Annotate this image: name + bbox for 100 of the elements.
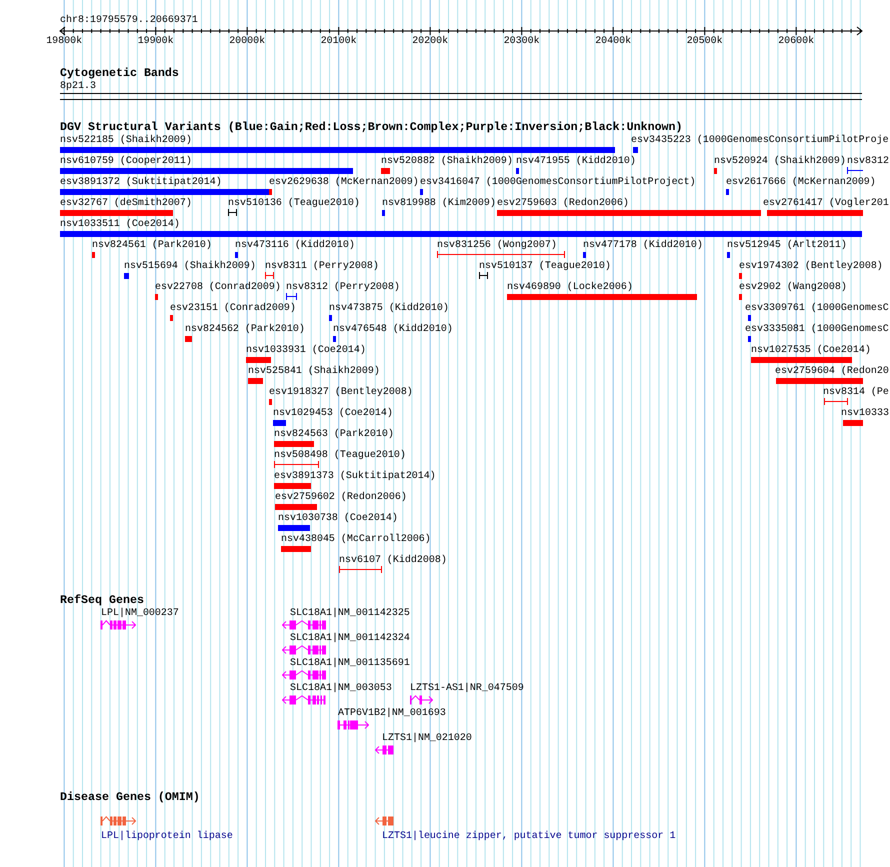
variant-bar[interactable] — [776, 378, 863, 384]
variant-label: esv1918327 (Bentley2008) — [269, 386, 413, 398]
variant-bar[interactable] — [583, 252, 586, 258]
gene-model-icon[interactable] — [375, 745, 394, 755]
variant-interval[interactable] — [847, 167, 863, 174]
variant-bar[interactable] — [185, 336, 192, 342]
variant-label: esv2902 (Wang2008) — [739, 281, 847, 293]
variant-label: nsv473116 (Kidd2010) — [235, 239, 355, 251]
variant-label: esv2761417 (Vogler201 — [763, 197, 889, 209]
variant-bar[interactable] — [235, 252, 238, 258]
variant-bar[interactable] — [269, 399, 272, 405]
variant-bar[interactable] — [333, 336, 336, 342]
cytoband-label: 8p21.3 — [60, 80, 96, 92]
gene-model-icon[interactable] — [100, 620, 136, 630]
variant-bar[interactable] — [124, 273, 129, 279]
variant-bar[interactable] — [92, 252, 95, 258]
gene-model-icon[interactable] — [282, 670, 327, 680]
gene-model-icon[interactable] — [282, 645, 327, 655]
variant-label: nsv824562 (Park2010) — [185, 323, 305, 335]
variant-label: nsv610759 (Cooper2011) — [60, 155, 192, 167]
variant-label: nsv831256 (Wong2007) — [437, 239, 557, 251]
variant-label: nsv508498 (Teague2010) — [274, 449, 406, 461]
omim-gene-link[interactable]: LPL|lipoprotein lipase — [101, 830, 233, 842]
variant-label: nsv1033931 (Coe2014) — [246, 344, 366, 356]
variant-label: nsv824561 (Park2010) — [92, 239, 212, 251]
variant-interval[interactable] — [479, 272, 488, 279]
variant-bar[interactable] — [420, 189, 423, 195]
variant-bar[interactable] — [170, 315, 173, 321]
variant-label: esv1974302 (Bentley2008) — [739, 260, 883, 272]
variant-bar[interactable] — [843, 420, 863, 426]
variant-label: nsv824563 (Park2010) — [274, 428, 394, 440]
variant-bar[interactable] — [274, 441, 314, 447]
variant-bar[interactable] — [278, 525, 310, 531]
gene-model-icon[interactable] — [100, 816, 136, 826]
variant-bar[interactable] — [382, 210, 385, 216]
variant-bar[interactable] — [269, 189, 272, 195]
variant-label: nsv471955 (Kidd2010) — [516, 155, 636, 167]
variant-bar[interactable] — [739, 294, 742, 300]
variant-label: esv23151 (Conrad2009) — [170, 302, 296, 314]
variant-bar[interactable] — [381, 168, 390, 174]
variant-bar[interactable] — [748, 336, 751, 342]
variant-bar[interactable] — [507, 294, 697, 300]
ruler-tick-label: 20100k — [320, 35, 357, 47]
variant-label: nsv520924 (Shaikh2009) — [714, 155, 846, 167]
variant-bar[interactable] — [633, 147, 638, 153]
gene-model-icon[interactable] — [337, 720, 369, 730]
ruler-tick-label: 19800k — [46, 35, 82, 47]
variant-label: nsv438045 (McCarroll2006) — [281, 533, 431, 545]
variant-bar[interactable] — [60, 168, 353, 174]
variant-bar[interactable] — [726, 189, 729, 195]
variant-label: esv3435223 (1000GenomesConsortiumPilotProje — [631, 134, 889, 146]
ruler-tick-label: 20000k — [229, 35, 266, 47]
variant-label: nsv520882 (Shaikh2009) — [381, 155, 513, 167]
variant-label: esv2629638 (McKernan2009) — [269, 176, 419, 188]
variant-label: nsv525841 (Shaikh2009) — [248, 365, 380, 377]
variant-bar[interactable] — [246, 357, 271, 363]
variant-bar[interactable] — [516, 168, 519, 174]
variant-bar[interactable] — [281, 546, 311, 552]
variant-label: nsv1029453 (Coe2014) — [273, 407, 393, 419]
gene-model-icon[interactable] — [375, 816, 394, 826]
variant-bar[interactable] — [727, 252, 730, 258]
gene-model-icon[interactable] — [282, 695, 327, 705]
gene-label: SLC18A1|NM_001142324 — [290, 632, 410, 644]
ruler-tick-label: 19900k — [138, 35, 174, 47]
variant-interval[interactable] — [228, 209, 237, 216]
variant-bar[interactable] — [248, 378, 263, 384]
variant-bar[interactable] — [60, 189, 269, 195]
cytoband-bar[interactable] — [60, 93, 862, 100]
variant-label: nsv1027535 (Coe2014) — [751, 344, 871, 356]
variant-label: esv3309761 (1000GenomesC — [745, 302, 889, 314]
variant-bar[interactable] — [748, 315, 751, 321]
variant-bar[interactable] — [60, 210, 173, 216]
variant-interval[interactable] — [286, 293, 297, 300]
variant-bar[interactable] — [497, 210, 761, 216]
variant-bar[interactable] — [329, 315, 332, 321]
variant-bar[interactable] — [739, 273, 742, 279]
variant-label: nsv515694 (Shaikh2009) — [124, 260, 256, 272]
variant-bar[interactable] — [767, 210, 863, 216]
gene-model-icon[interactable] — [282, 620, 327, 630]
gene-label: SLC18A1|NM_001142325 — [290, 607, 410, 619]
variant-label: nsv510136 (Teague2010) — [228, 197, 360, 209]
variant-bar[interactable] — [155, 294, 158, 300]
ruler-position-label: chr8:19795579..20669371 — [60, 14, 198, 26]
variant-label: esv3416047 (1000GenomesConsortiumPilotProject) — [420, 176, 696, 188]
variant-bar[interactable] — [273, 420, 286, 426]
variant-bar[interactable] — [275, 504, 317, 510]
gene-model-icon[interactable] — [410, 695, 433, 705]
variant-label: nsv476548 (Kidd2010) — [333, 323, 453, 335]
variant-bar[interactable] — [60, 147, 615, 153]
variant-label: esv3891373 (Suktitipat2014) — [274, 470, 436, 482]
variant-label: nsv473875 (Kidd2010) — [329, 302, 449, 314]
variant-label: nsv477178 (Kidd2010) — [583, 239, 703, 251]
track-title: RefSeq Genes — [60, 594, 144, 607]
variant-bar[interactable] — [60, 231, 862, 237]
variant-bar[interactable] — [274, 483, 311, 489]
variant-label: esv2759604 (Redon20 — [775, 365, 889, 377]
variant-bar[interactable] — [714, 168, 717, 174]
variant-label: nsv8312 — [847, 155, 889, 167]
omim-gene-link[interactable]: LZTS1|leucine zipper, putative tumor suppressor 1 — [382, 830, 676, 842]
variant-bar[interactable] — [751, 357, 852, 363]
